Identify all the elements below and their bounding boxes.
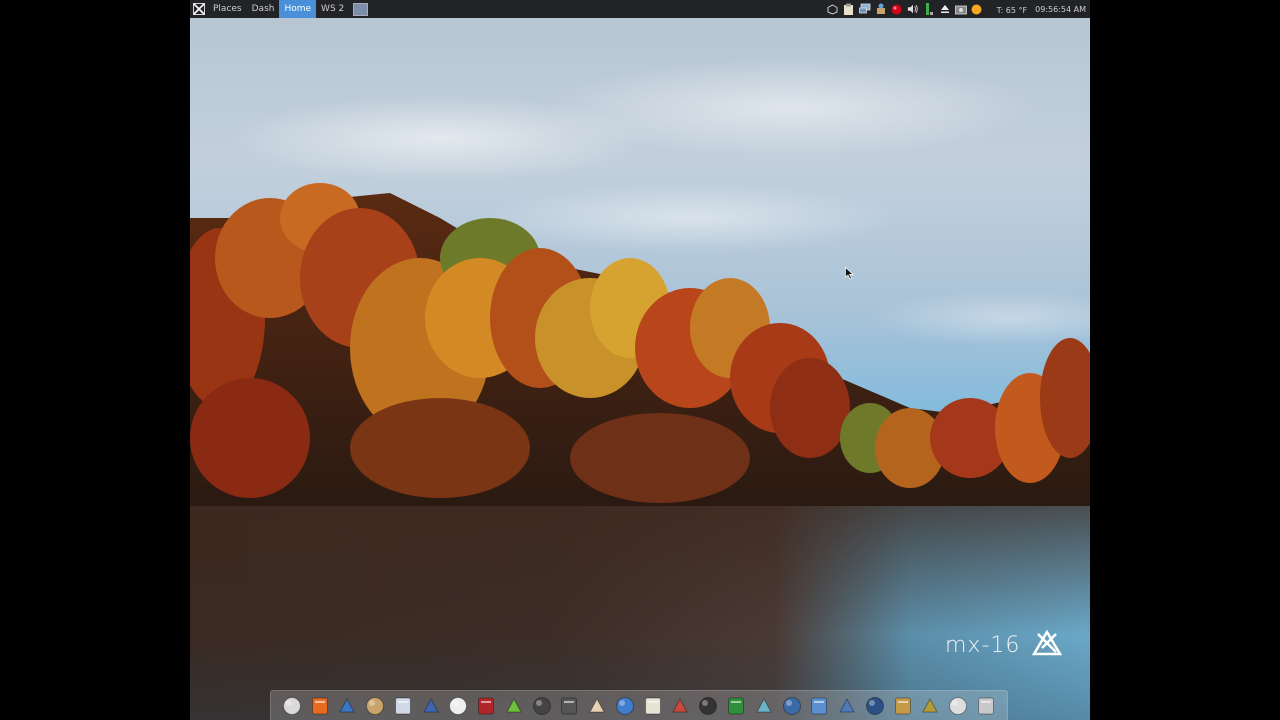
search-icon[interactable]: [947, 695, 969, 717]
screenshot-icon[interactable]: [954, 3, 967, 15]
temperature-readout: T: 65 °F: [996, 6, 1028, 15]
desktop-wallpaper: mx-16: [190, 18, 1090, 720]
settings-icon[interactable]: [808, 695, 830, 717]
leaf-app-icon[interactable]: [503, 695, 525, 717]
file-manager-icon[interactable]: [364, 695, 386, 717]
settings-cube-icon[interactable]: [827, 3, 839, 15]
tab-dash[interactable]: Dash: [247, 0, 280, 18]
add-panel-icon[interactable]: [919, 695, 941, 717]
tools-icon[interactable]: [558, 695, 580, 717]
clock[interactable]: 09:56:54 AM: [1035, 5, 1086, 14]
text-editor-icon[interactable]: [392, 695, 414, 717]
network-icon[interactable]: [858, 3, 871, 15]
clock-app-icon[interactable]: [281, 695, 303, 717]
top-panel: Places Dash Home WS 2 T: 65 °F 09:56:54 …: [190, 0, 1090, 18]
disk-icon[interactable]: [781, 695, 803, 717]
tab-ws2[interactable]: WS 2: [316, 0, 349, 18]
eject-icon[interactable]: [939, 3, 951, 15]
window-list-button[interactable]: [353, 2, 369, 16]
weather-sun-icon[interactable]: [971, 3, 983, 15]
notes-icon[interactable]: [642, 695, 664, 717]
thunderbird-icon[interactable]: [336, 695, 358, 717]
trash-icon[interactable]: [975, 695, 997, 717]
firefox-icon[interactable]: [309, 695, 331, 717]
media-player-icon[interactable]: [697, 695, 719, 717]
draw-tool-icon[interactable]: [531, 695, 553, 717]
record-icon[interactable]: [891, 3, 903, 15]
package-updater-icon[interactable]: [875, 3, 887, 15]
mx-menu-icon[interactable]: [190, 0, 208, 18]
system-tray: T: 65 °F 09:56:54 AM: [825, 0, 1090, 18]
music-icon[interactable]: [753, 695, 775, 717]
battery-icon[interactable]: [923, 3, 935, 15]
document-icon[interactable]: [586, 695, 608, 717]
calculator-icon[interactable]: [420, 695, 442, 717]
pdf-viewer-icon[interactable]: [475, 695, 497, 717]
tab-home[interactable]: Home: [279, 0, 317, 18]
image-viewer-icon[interactable]: [892, 695, 914, 717]
backup-icon[interactable]: [836, 695, 858, 717]
presentation-icon[interactable]: [669, 695, 691, 717]
dock: [270, 690, 1008, 720]
dictionary-icon[interactable]: [447, 695, 469, 717]
tab-places[interactable]: Places: [208, 0, 247, 18]
globe-icon[interactable]: [725, 695, 747, 717]
writer-icon[interactable]: [614, 695, 636, 717]
volume-icon[interactable]: [907, 3, 919, 15]
desktop-screen: Places Dash Home WS 2 T: 65 °F 09:56:54 …: [190, 0, 1090, 720]
desktop-brand: mx-16: [945, 629, 1063, 660]
brand-text: mx-16: [945, 632, 1021, 658]
mx-logo-icon: [1032, 629, 1063, 660]
camera-icon[interactable]: [864, 695, 886, 717]
clipboard-icon[interactable]: [843, 3, 855, 15]
mouse-cursor-icon: [845, 265, 854, 284]
